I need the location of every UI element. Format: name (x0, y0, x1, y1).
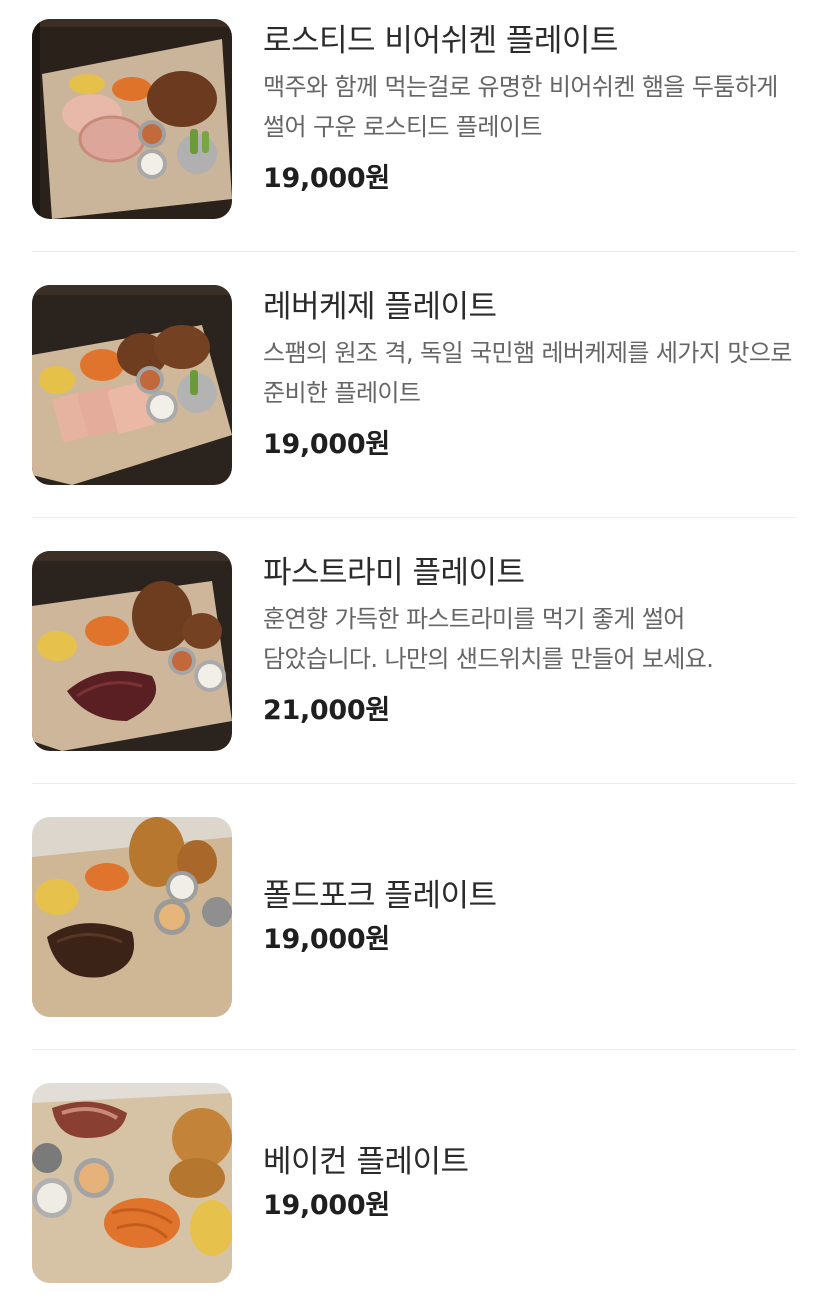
divider (32, 251, 796, 252)
divider (32, 517, 796, 518)
menu-item-photo (32, 817, 232, 1017)
menu-item-photo (32, 551, 232, 751)
menu-item-roasted-bierschinken[interactable]: 로스티드 비어쉬켄 플레이트 맥주와 함께 먹는걸로 유명한 비어쉬켄 햄을 두… (32, 19, 796, 219)
menu-item-name: 베이컨 플레이트 (263, 1144, 469, 1180)
menu-item-description: 스팸의 원조 격, 독일 국민햄 레버케제를 세가지 맛으로 준비한 플레이트 (263, 339, 792, 407)
menu-list: 로스티드 비어쉬켄 플레이트 맥주와 함께 먹는걸로 유명한 비어쉬켄 햄을 두… (0, 0, 828, 1312)
menu-item-name: 로스티드 비어쉬켄 플레이트 (263, 23, 618, 59)
food-plate-icon (32, 1083, 232, 1283)
menu-item-photo (32, 19, 232, 219)
food-plate-icon (32, 551, 232, 751)
menu-item-price: 19,000원 (263, 924, 390, 955)
menu-item-pastrami[interactable]: 파스트라미 플레이트 훈연향 가득한 파스트라미를 먹기 좋게 썰어 담았습니다… (32, 551, 796, 751)
menu-item-pulled-pork[interactable]: 폴드포크 플레이트 19,000원 (32, 817, 796, 1017)
menu-item-name: 폴드포크 플레이트 (263, 878, 497, 914)
food-plate-icon (32, 817, 232, 1017)
menu-item-name: 레버케제 플레이트 (263, 289, 497, 325)
menu-item-bacon[interactable]: 베이컨 플레이트 19,000원 (32, 1083, 796, 1283)
divider (32, 783, 796, 784)
menu-item-description: 훈연향 가득한 파스트라미를 먹기 좋게 썰어 담았습니다. 나만의 샌드위치를… (263, 605, 714, 673)
divider (32, 1049, 796, 1050)
menu-item-price: 21,000원 (263, 695, 390, 726)
menu-item-price: 19,000원 (263, 1190, 390, 1221)
menu-item-photo (32, 285, 232, 485)
food-plate-icon (32, 19, 232, 219)
menu-item-leberkase[interactable]: 레버케제 플레이트 스팸의 원조 격, 독일 국민햄 레버케제를 세가지 맛으로… (32, 285, 796, 485)
menu-item-photo (32, 1083, 232, 1283)
menu-item-name: 파스트라미 플레이트 (263, 555, 525, 591)
menu-item-description: 맥주와 함께 먹는걸로 유명한 비어쉬켄 햄을 두툼하게 썰어 구운 로스티드 … (263, 73, 778, 141)
menu-item-price: 19,000원 (263, 429, 390, 460)
food-plate-icon (32, 285, 232, 485)
menu-item-price: 19,000원 (263, 163, 390, 194)
